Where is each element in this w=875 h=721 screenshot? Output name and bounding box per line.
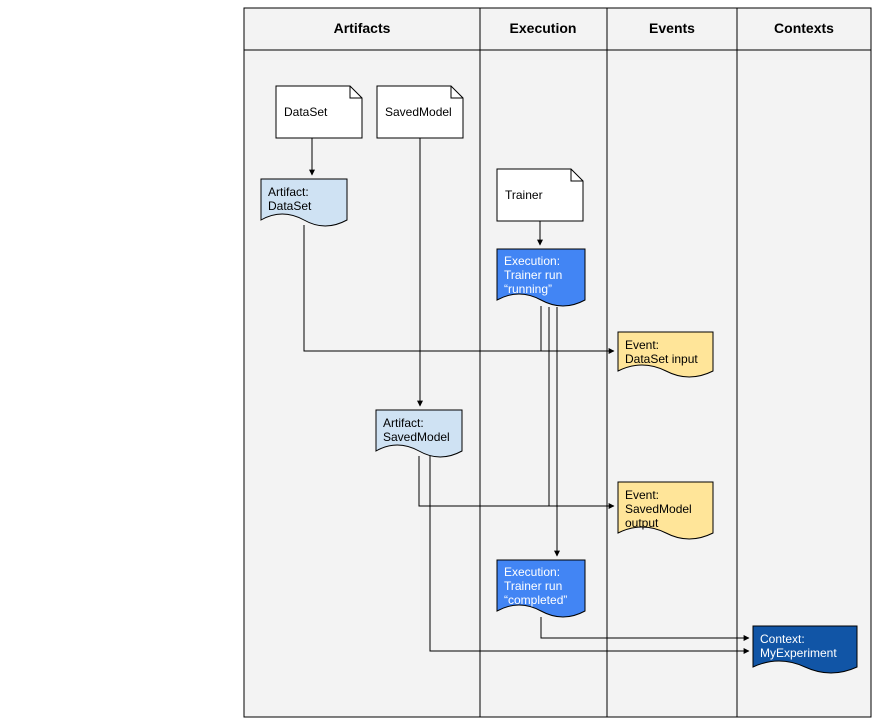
diagram-canvas: Artifacts Execution Events Contexts Data… <box>0 0 875 721</box>
wavy-exec-completed-l2: Trainer run <box>504 579 562 593</box>
wavy-exec-running-l3: “running” <box>504 282 552 296</box>
wavy-exec-completed-l3: “completed” <box>504 593 567 607</box>
wavy-exec-running-l2: Trainer run <box>504 268 562 282</box>
wavy-exec-running-l1: Execution: <box>504 254 560 268</box>
col-header-artifacts: Artifacts <box>334 20 391 36</box>
wavy-event-savedmodel-l3: output <box>625 516 659 530</box>
wavy-artifact-savedmodel-l2: SavedModel <box>383 430 450 444</box>
col-header-events: Events <box>649 20 695 36</box>
col-header-contexts: Contexts <box>774 20 834 36</box>
wavy-context-l1: Context: <box>760 632 805 646</box>
doc-dataset-label: DataSet <box>284 105 328 119</box>
wavy-event-savedmodel-l1: Event: <box>625 488 659 502</box>
wavy-exec-completed-l1: Execution: <box>504 565 560 579</box>
doc-dataset: DataSet <box>276 86 362 138</box>
col-header-execution: Execution <box>510 20 577 36</box>
doc-trainer-label: Trainer <box>505 188 543 202</box>
wavy-event-dataset-l2: DataSet input <box>625 352 698 366</box>
wavy-artifact-savedmodel-l1: Artifact: <box>383 416 424 430</box>
wavy-artifact-dataset-l2: DataSet <box>268 199 312 213</box>
wavy-event-savedmodel-l2: SavedModel <box>625 502 692 516</box>
doc-savedmodel-label: SavedModel <box>385 105 452 119</box>
wavy-context-l2: MyExperiment <box>760 646 837 660</box>
doc-trainer: Trainer <box>497 169 583 221</box>
wavy-artifact-dataset-l1: Artifact: <box>268 185 309 199</box>
doc-savedmodel: SavedModel <box>377 86 463 138</box>
wavy-event-dataset-l1: Event: <box>625 338 659 352</box>
